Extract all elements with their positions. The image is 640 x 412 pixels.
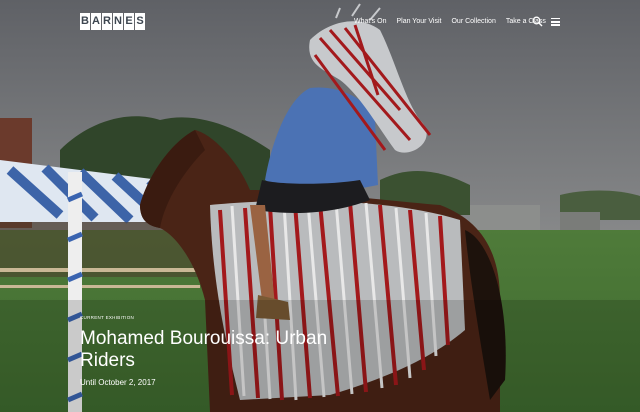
search-icon[interactable] [532, 16, 543, 27]
barnes-logo[interactable]: B A R N E S [80, 13, 145, 30]
nav-link-plan-your-visit[interactable]: Plan Your Visit [396, 17, 441, 26]
exhibition-kicker: CURRENT EXHIBITION [80, 315, 135, 320]
exhibition-dates: Until October 2, 2017 [80, 378, 156, 387]
logo-letter: E [124, 13, 134, 30]
hamburger-menu-icon[interactable] [551, 18, 560, 26]
logo-letter: N [113, 13, 123, 30]
nav-link-whats-on[interactable]: What's On [354, 17, 386, 26]
logo-letter: R [102, 13, 112, 30]
nav-link-our-collection[interactable]: Our Collection [451, 17, 495, 26]
primary-nav: What's On Plan Your Visit Our Collection… [354, 17, 546, 26]
logo-letter: S [135, 13, 145, 30]
exhibition-title[interactable]: Mohamed Bourouissa: Urban Riders [80, 328, 380, 372]
logo-letter: A [91, 13, 101, 30]
logo-letter: B [80, 13, 90, 30]
